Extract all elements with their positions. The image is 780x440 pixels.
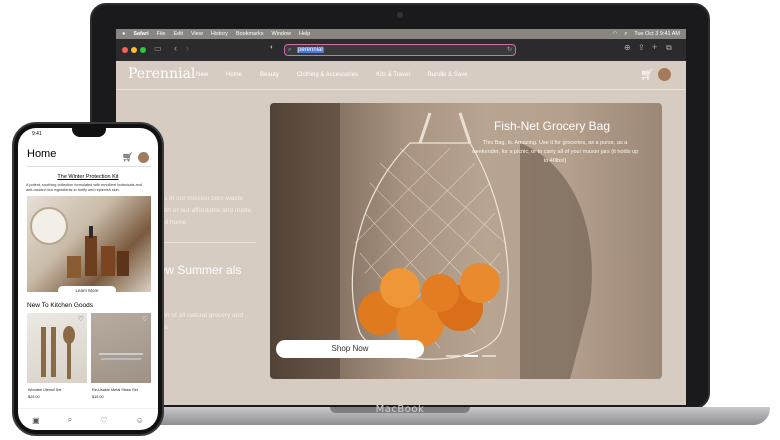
site-nav: Perennial New Home Beauty Clothing & Acc…	[116, 61, 686, 90]
bottles-illustration	[30, 207, 129, 278]
laptop-camera	[397, 12, 403, 18]
hero-title: Fish-Net Grocery Bag	[493, 119, 611, 133]
share-icon[interactable]: ⇪	[638, 43, 645, 52]
reload-icon[interactable]: ↻	[507, 45, 512, 55]
product-card-image[interactable]: ♡	[27, 313, 87, 383]
hero-image-card[interactable]: Fish-Net Grocery Bag This Bag, Is. Amazi…	[270, 103, 662, 379]
profile-tab-icon[interactable]: ☺	[136, 416, 144, 425]
cart-icon[interactable]: 🛒︎	[640, 68, 654, 81]
phone-status-time: 9:41	[32, 131, 42, 137]
macos-menubar: ● Safari File Edit View History Bookmark…	[116, 29, 686, 39]
sidebar-icon[interactable]: ▭	[154, 44, 162, 53]
address-text: perennial	[297, 47, 324, 53]
phone-screen: 9:41 Home 🛒︎ The Winter Protection Kit A…	[18, 128, 158, 430]
product-name[interactable]: Re-Usable Metal Straw Set	[92, 388, 138, 392]
straws-illustration	[99, 353, 143, 360]
product-price: $15.00	[92, 395, 104, 399]
menu-window[interactable]: Window	[271, 31, 291, 37]
shop-tab-icon[interactable]: ▣	[32, 416, 40, 425]
wifi-icon[interactable]: ◠	[612, 31, 617, 38]
site-logo[interactable]: Perennial	[128, 66, 195, 82]
apple-menu-icon[interactable]: ●	[122, 31, 125, 37]
search-tab-icon[interactable]: ⌕	[68, 415, 72, 425]
menubar-datetime[interactable]: Tue Oct 3 9:41 AM	[634, 31, 680, 38]
nav-kits-travel[interactable]: Kits & Travel	[376, 72, 410, 78]
avatar[interactable]	[138, 152, 149, 163]
menu-safari[interactable]: Safari	[133, 31, 148, 37]
phone-tab-bar: ▣ ⌕ ♡ ☺	[18, 408, 158, 430]
phone-page-title: Home	[27, 148, 57, 160]
hero-left-title-2: l new Summer als	[146, 263, 242, 277]
divider	[27, 166, 151, 167]
nav-beauty[interactable]: Beauty	[260, 72, 279, 78]
forward-icon[interactable]: ›	[186, 43, 189, 53]
carousel-dots	[446, 355, 496, 357]
kit-product-image[interactable]	[27, 196, 151, 292]
downloads-icon[interactable]: ⊕	[624, 43, 631, 52]
search-icon[interactable]: ⌕	[624, 31, 627, 38]
nav-links: New Home Beauty Clothing & Accessories K…	[196, 72, 467, 78]
favorites-tab-icon[interactable]: ♡	[100, 416, 107, 425]
menu-view[interactable]: View	[191, 31, 203, 37]
section-title: New To Kitchen Goods	[27, 302, 93, 309]
privacy-shield-icon[interactable]: ◐	[270, 44, 274, 51]
product-price: $25.00	[28, 395, 40, 399]
heart-icon[interactable]: ♡	[78, 315, 84, 323]
shop-now-button[interactable]: Shop Now	[276, 340, 424, 358]
kit-title-link[interactable]: The Winter Protection Kit	[18, 174, 158, 180]
hero-subtitle: This Bag, Is. Amazing. Use it for grocer…	[471, 140, 639, 164]
menu-file[interactable]: File	[157, 31, 166, 37]
carousel-dot[interactable]	[446, 355, 460, 357]
menu-bookmarks[interactable]: Bookmarks	[236, 31, 264, 37]
menu-help[interactable]: Help	[299, 31, 310, 37]
kit-description: A potent, soothing collection formulated…	[26, 183, 142, 192]
avatar[interactable]	[658, 68, 671, 81]
product-card-image[interactable]: ♡	[91, 313, 151, 383]
nav-clothing[interactable]: Clothing & Accessories	[297, 72, 358, 78]
search-icon: ⌕	[288, 47, 292, 53]
close-window-button[interactable]	[122, 47, 128, 53]
tab-overview-icon[interactable]: ⧉	[666, 43, 672, 53]
back-icon[interactable]: ‹	[174, 43, 177, 53]
nav-new[interactable]: New	[196, 72, 208, 78]
carousel-dot[interactable]	[482, 355, 496, 357]
nav-bundle-save[interactable]: Bundle & Save	[428, 72, 468, 78]
menu-edit[interactable]: Edit	[174, 31, 183, 37]
phone-notch	[72, 128, 106, 137]
heart-icon[interactable]: ♡	[142, 315, 148, 323]
cart-icon[interactable]: 🛒︎	[122, 152, 133, 163]
learn-more-button[interactable]: Learn More	[58, 286, 116, 295]
laptop-label: MacBook	[375, 404, 425, 415]
new-tab-icon[interactable]: +	[652, 42, 657, 52]
zoom-window-button[interactable]	[140, 47, 146, 53]
menu-history[interactable]: History	[211, 31, 228, 37]
nav-home[interactable]: Home	[226, 72, 242, 78]
safari-toolbar: ▭ ‹ › ◐ ⌕ perennial ↻ ⊕ ⇪ + ⧉	[116, 39, 686, 61]
utensils-illustration	[41, 326, 75, 379]
minimize-window-button[interactable]	[131, 47, 137, 53]
product-name[interactable]: Wooden Utensil Set	[28, 388, 62, 392]
address-bar[interactable]: ⌕ perennial ↻	[284, 44, 516, 56]
carousel-dot-active[interactable]	[464, 355, 478, 357]
